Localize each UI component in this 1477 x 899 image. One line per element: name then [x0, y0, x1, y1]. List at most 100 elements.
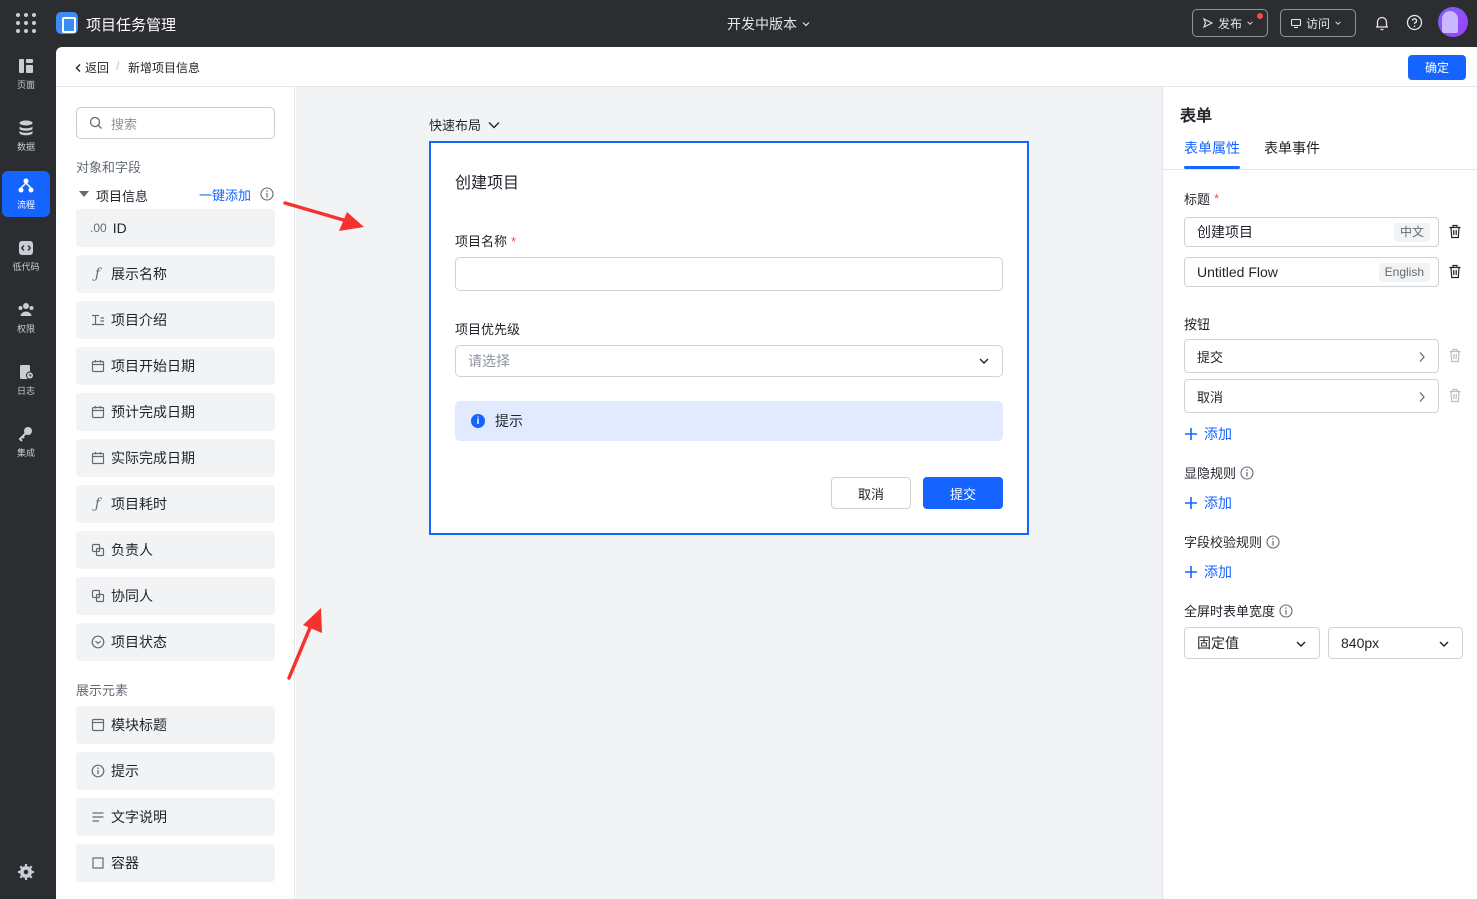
number-icon: .00 — [90, 221, 107, 235]
rail-item-page[interactable]: 页面 — [2, 51, 50, 97]
rail-item-integration[interactable]: 集成 — [2, 419, 50, 465]
publish-button[interactable]: 发布 — [1192, 9, 1268, 37]
search-placeholder: 搜索 — [111, 116, 138, 132]
rail-label: 权限 — [16, 324, 35, 334]
confirm-button[interactable]: 确定 — [1408, 55, 1466, 80]
rail-label: 页面 — [16, 80, 35, 90]
form-cancel-button[interactable]: 取消 — [831, 477, 911, 509]
field-item-actual-date[interactable]: 实际完成日期 — [76, 439, 275, 477]
app-logo-icon — [56, 12, 78, 34]
main-panel: 返回 / 新增项目信息 确定 搜索 对象和字段 项目信息 一键添加 .00 ID… — [56, 47, 1477, 899]
rail-item-lowcode[interactable]: 低代码 — [2, 233, 50, 279]
lines-icon — [90, 810, 105, 825]
back-button[interactable]: 返回 — [74, 59, 109, 76]
add-validation-rule-link[interactable]: 添加 — [1184, 562, 1232, 582]
add-visibility-rule-link[interactable]: 添加 — [1184, 493, 1232, 513]
fields-panel: 搜索 对象和字段 项目信息 一键添加 .00 ID ƒ 展示名称 项目介绍 项目… — [56, 87, 295, 899]
quick-layout-dropdown[interactable]: 快速布局 — [429, 115, 501, 134]
width-value-select[interactable]: 840px — [1328, 627, 1463, 659]
formula-icon: ƒ — [94, 496, 101, 512]
display-item-text[interactable]: 文字说明 — [76, 798, 275, 836]
field-item-collaborator[interactable]: 协同人 — [76, 577, 275, 615]
rail-item-data[interactable]: 数据 — [2, 113, 50, 159]
bell-icon[interactable] — [1373, 14, 1391, 32]
version-dropdown[interactable]: 开发中版本 — [727, 14, 811, 34]
button-config-label: 提交 — [1197, 349, 1224, 365]
add-label: 添加 — [1204, 426, 1232, 442]
chevron-down-icon — [979, 358, 989, 364]
add-button-link[interactable]: 添加 — [1184, 424, 1232, 444]
field-item-start-date[interactable]: 项目开始日期 — [76, 347, 275, 385]
project-name-input[interactable] — [455, 257, 1003, 291]
send-icon — [1202, 17, 1214, 29]
search-input[interactable]: 搜索 — [76, 107, 275, 139]
field-item-duration[interactable]: ƒ 项目耗时 — [76, 485, 275, 523]
title-zh-input[interactable]: 创建项目 中文 — [1184, 217, 1439, 247]
integration-icon — [18, 427, 32, 442]
title-en-input[interactable]: Untitled Flow English — [1184, 257, 1439, 287]
help-icon[interactable] — [1406, 14, 1423, 31]
add-all-link[interactable]: 一键添加 — [199, 185, 251, 204]
back-label: 返回 — [85, 61, 110, 75]
project-priority-select[interactable]: 请选择 — [455, 345, 1003, 377]
info-icon[interactable] — [260, 187, 274, 201]
notification-dot — [1257, 13, 1263, 19]
info-icon[interactable] — [1279, 603, 1293, 618]
trash-icon[interactable] — [1448, 264, 1462, 279]
button-config-submit[interactable]: 提交 — [1184, 339, 1439, 373]
left-rail: 页面 数据 流程 低代码 权限 日志 集成 — [0, 47, 56, 899]
code-icon — [19, 241, 33, 255]
trash-icon[interactable] — [1448, 348, 1462, 363]
field-item-owner[interactable]: 负责人 — [76, 531, 275, 569]
user-avatar[interactable] — [1438, 7, 1468, 37]
field-label: ID — [112, 220, 127, 236]
validation-label-text: 字段校验规则 — [1184, 535, 1263, 550]
publish-label: 发布 — [1218, 16, 1243, 31]
form-card[interactable]: 创建项目 项目名称 * 项目优先级 请选择 i 提示 取消 提交 — [429, 141, 1029, 535]
form-submit-button[interactable]: 提交 — [923, 477, 1003, 509]
title-block-icon — [90, 718, 105, 733]
settings-icon[interactable] — [17, 863, 35, 881]
rail-label: 低代码 — [12, 262, 40, 272]
tip-text: 提示 — [495, 413, 523, 429]
field-label: 负责人 — [111, 542, 153, 558]
active-tab-indicator — [1184, 166, 1240, 169]
info-icon[interactable] — [1240, 465, 1254, 480]
add-label: 添加 — [1204, 564, 1232, 580]
display-item-module-title[interactable]: 模块标题 — [76, 706, 275, 744]
field-item-planned-date[interactable]: 预计完成日期 — [76, 393, 275, 431]
tab-form-events[interactable]: 表单事件 — [1264, 138, 1320, 158]
required-mark: * — [511, 234, 517, 249]
rail-item-permission[interactable]: 权限 — [2, 295, 50, 341]
rail-item-flow[interactable]: 流程 — [2, 171, 50, 217]
annotation-arrow-up-icon — [287, 608, 322, 680]
trash-icon[interactable] — [1448, 388, 1462, 403]
database-icon — [19, 120, 33, 136]
field-item-id[interactable]: .00 ID — [76, 209, 275, 247]
text-icon — [90, 313, 105, 328]
option-icon — [90, 635, 105, 650]
project-name-label: 项目名称 * — [455, 231, 516, 250]
rail-item-log[interactable]: 日志 — [2, 357, 50, 403]
app-grid-icon[interactable] — [16, 13, 36, 33]
display-item-container[interactable]: 容器 — [76, 844, 275, 882]
button-config-cancel[interactable]: 取消 — [1184, 379, 1439, 413]
width-mode-select[interactable]: 固定值 — [1184, 627, 1320, 659]
rail-label: 数据 — [16, 142, 35, 152]
info-icon[interactable] — [1266, 534, 1280, 549]
display-label: 提示 — [111, 763, 139, 779]
field-label: 项目开始日期 — [111, 358, 195, 374]
visit-button[interactable]: 访问 — [1280, 9, 1356, 37]
trash-icon[interactable] — [1448, 224, 1462, 239]
plus-icon — [1185, 566, 1197, 578]
top-bar: 项目任务管理 开发中版本 发布 访问 — [0, 0, 1477, 47]
tab-form-properties[interactable]: 表单属性 — [1184, 138, 1240, 158]
add-label: 添加 — [1204, 495, 1232, 511]
field-item-intro[interactable]: 项目介绍 — [76, 301, 275, 339]
field-item-status[interactable]: 项目状态 — [76, 623, 275, 661]
chevron-down-icon — [1296, 641, 1306, 647]
display-item-tip[interactable]: 提示 — [76, 752, 275, 790]
lang-tag-zh: 中文 — [1393, 223, 1430, 242]
collapse-triangle-icon[interactable] — [79, 191, 89, 197]
field-item-display-name[interactable]: ƒ 展示名称 — [76, 255, 275, 293]
